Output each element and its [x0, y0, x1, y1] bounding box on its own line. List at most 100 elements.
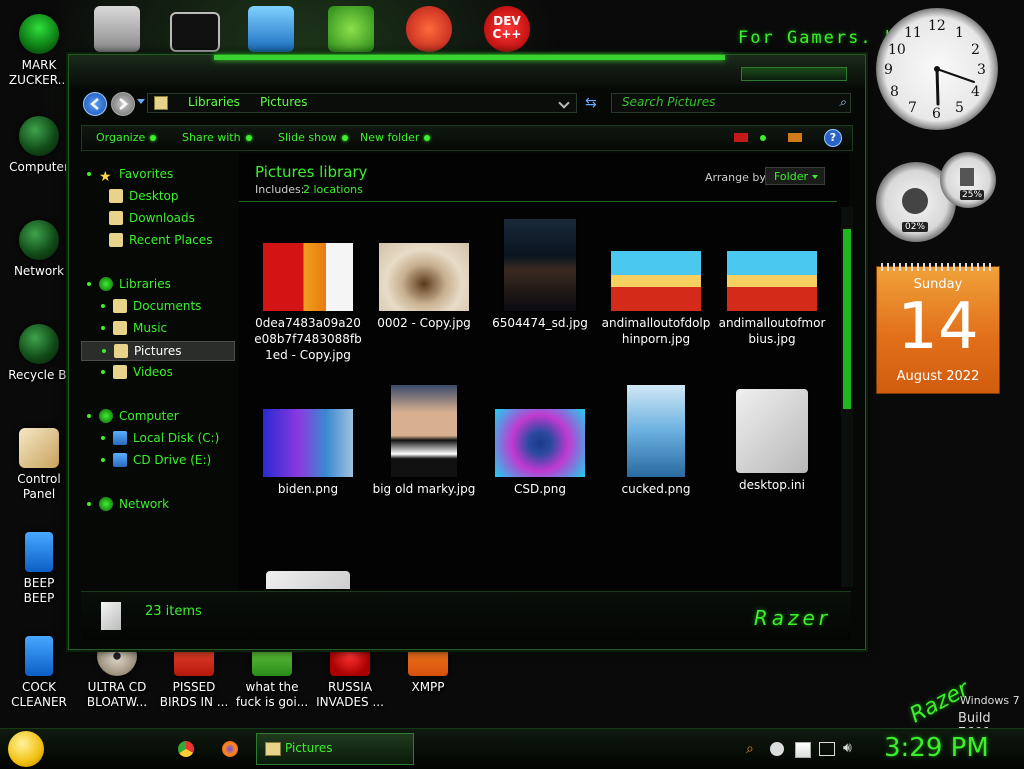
file-item[interactable]: CSD.png — [485, 409, 595, 497]
chevron-down-icon[interactable] — [558, 97, 570, 109]
arrange-dropdown[interactable]: Folder — [765, 167, 825, 185]
desktop-icon-p-app[interactable] — [406, 6, 452, 52]
breadcrumb-libraries[interactable]: Libraries — [188, 95, 240, 109]
file-item[interactable]: 6504474_sd.jpg — [485, 219, 595, 331]
nav-local-disk[interactable]: Local Disk (C:) — [81, 429, 249, 447]
file-item[interactable]: biden.png — [253, 409, 363, 497]
desktop-icon-cock-cleaner[interactable]: COCK CLEANER — [0, 636, 78, 710]
nav-network[interactable]: Network — [81, 495, 235, 513]
file-item[interactable]: big old marky.jpg — [369, 385, 479, 497]
address-bar[interactable]: Libraries Pictures — [147, 93, 577, 113]
desktop-icon-computer[interactable]: Computer — [0, 116, 78, 175]
window-controls[interactable] — [741, 67, 847, 81]
desktop-icon-control-panel[interactable]: Control Panel — [0, 428, 78, 502]
image-thumbnail — [495, 409, 585, 477]
preview-pane-icon[interactable] — [788, 133, 802, 142]
network-tray-icon[interactable] — [819, 742, 835, 756]
calendar-gadget[interactable]: Sunday 14 August 2022 — [876, 263, 1000, 394]
desktop-icon-label: what the fuck is goi... — [235, 680, 309, 709]
nav-favorites[interactable]: ★ Favorites — [81, 165, 235, 184]
share-with-button[interactable]: Share with — [182, 131, 252, 144]
file-item[interactable]: andimalloutofdolphinporn.jpg — [601, 251, 711, 347]
arrange-value: Folder — [774, 170, 808, 183]
bullet-icon — [101, 369, 105, 374]
scrollbar-thumb[interactable] — [843, 229, 851, 409]
mem-meter-gadget[interactable]: 25% — [940, 152, 996, 208]
clock-gadget[interactable]: 12 1 2 3 4 5 6 7 8 9 10 11 — [876, 8, 998, 130]
cd-drive-icon — [113, 453, 127, 467]
file-item[interactable]: andimalloutofmorbius.jpg — [717, 251, 827, 347]
nav-libraries[interactable]: Libraries — [81, 275, 235, 293]
desktop-icon-documents[interactable] — [94, 6, 140, 52]
includes-locations-link[interactable]: 2 locations — [303, 183, 363, 196]
file-name: CSD.png — [514, 482, 566, 496]
image-thumbnail — [727, 251, 817, 311]
nav-computer[interactable]: Computer — [81, 407, 235, 425]
desktop-icon-label: RUSSIA INVADES ... — [316, 680, 384, 709]
file-item[interactable] — [253, 571, 363, 589]
chrome-icon[interactable] — [178, 741, 194, 757]
desktop-icon-beep-beep[interactable]: BEEP BEEP — [0, 532, 78, 606]
organize-button[interactable]: Organize — [96, 131, 156, 144]
desktop-icon-cmd[interactable] — [170, 12, 220, 52]
desktop-icon-birds[interactable] — [328, 6, 374, 52]
desktop-icon-label: ULTRA CD BLOATW... — [86, 680, 148, 709]
file-view[interactable]: Pictures library Includes: 2 locations A… — [239, 153, 849, 589]
nav-downloads[interactable]: Downloads — [81, 209, 263, 227]
search-icon[interactable]: ⌕ — [839, 95, 846, 110]
desktop-icon-label: PISSED BIRDS IN ... — [159, 680, 229, 709]
file-item[interactable]: cucked.png — [601, 385, 711, 497]
explorer-window[interactable]: Libraries Pictures ⇆ Search Pictures ⌕ O… — [68, 54, 866, 650]
action-center-flag-icon[interactable] — [795, 742, 811, 758]
back-button[interactable] — [83, 92, 107, 116]
nav-videos[interactable]: Videos — [81, 363, 249, 381]
arrange-label: Arrange by: — [705, 171, 769, 184]
new-folder-button[interactable]: New folder — [360, 131, 430, 144]
search-icon[interactable]: ⌕ — [746, 741, 754, 757]
nav-documents[interactable]: Documents — [81, 297, 249, 315]
forward-button[interactable] — [111, 92, 135, 116]
desktop-icon-mark-zucker[interactable]: MARK ZUCKER... — [0, 14, 78, 88]
history-dropdown-icon[interactable] — [137, 99, 145, 104]
desktop-icon-dev-cpp[interactable]: DEV C++ — [484, 6, 530, 52]
nav-recent-places[interactable]: Recent Places — [81, 231, 263, 249]
taskbar-explorer-button[interactable]: Pictures — [256, 733, 414, 765]
view-dot-icon[interactable] — [760, 135, 766, 141]
folder-icon — [265, 742, 281, 756]
nav-cd-drive[interactable]: CD Drive (E:) — [81, 451, 249, 469]
desktop-icon-folder-app[interactable] — [248, 6, 294, 52]
nav-pictures[interactable]: Pictures — [81, 341, 235, 361]
nav-label: Videos — [133, 365, 173, 379]
start-button[interactable] — [8, 731, 44, 767]
firefox-icon[interactable] — [222, 741, 238, 757]
taskbar-clock[interactable]: 3:29 PM — [884, 733, 989, 763]
nav-music[interactable]: Music — [81, 319, 249, 337]
calendar-day: 14 — [897, 290, 979, 364]
library-icon — [101, 602, 121, 630]
volume-icon[interactable]: 🔊︎ — [843, 740, 852, 756]
bullet-icon — [101, 325, 105, 330]
file-name: 6504474_sd.jpg — [492, 316, 588, 330]
file-item[interactable]: 0002 - Copy.jpg — [369, 243, 479, 331]
file-item[interactable]: desktop.ini — [717, 389, 827, 493]
desktop-icon-recycle-bin[interactable]: Recycle Bi — [0, 324, 78, 383]
desktop-icon-network[interactable]: Network — [0, 220, 78, 279]
breadcrumb-pictures[interactable]: Pictures — [260, 95, 308, 109]
search-input[interactable]: Search Pictures ⌕ — [611, 93, 851, 113]
computer-icon — [99, 409, 113, 423]
view-icon[interactable] — [734, 133, 748, 142]
desktop-icon-label: Control Panel — [17, 472, 61, 501]
vertical-scrollbar[interactable] — [841, 207, 853, 587]
calendar-month-year: August 2022 — [896, 369, 980, 384]
refresh-icon[interactable]: ⇆ — [585, 95, 597, 111]
mem-meter-face — [960, 168, 974, 186]
help-button[interactable]: ? — [824, 129, 842, 147]
nav-desktop[interactable]: Desktop — [81, 187, 263, 205]
file-item[interactable]: 0dea7483a09a20e08b7f7483088fb1ed - Copy.… — [253, 243, 363, 363]
person-icon — [19, 14, 59, 54]
bullet-icon — [101, 435, 105, 440]
nav-label: CD Drive (E:) — [133, 453, 212, 467]
slide-show-button[interactable]: Slide show — [278, 131, 348, 144]
cpu-meter-face — [902, 188, 928, 214]
tray-icon[interactable] — [770, 742, 784, 756]
